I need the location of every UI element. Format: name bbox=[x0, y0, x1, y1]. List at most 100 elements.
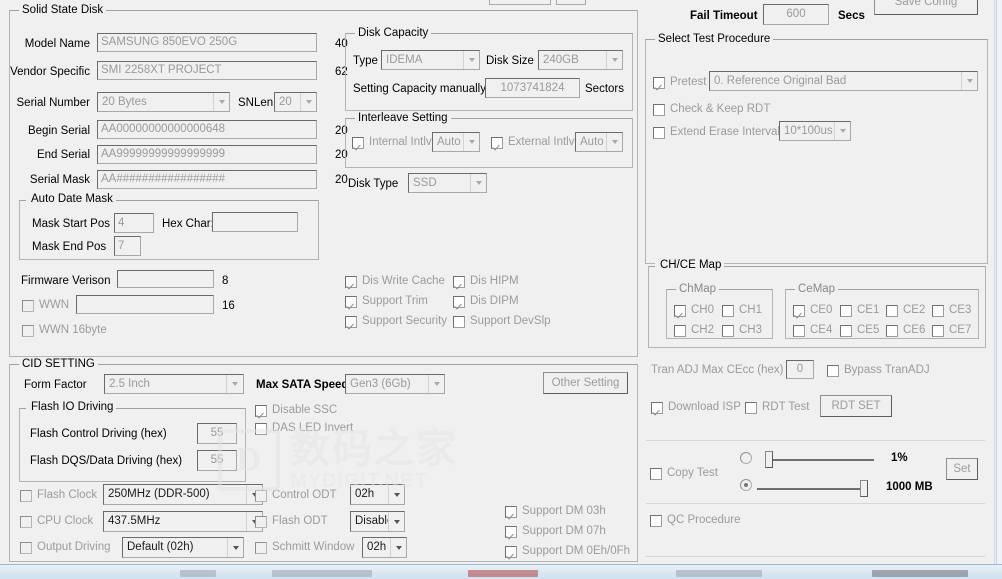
copy-test-checkbox[interactable]: Copy Test bbox=[650, 467, 718, 480]
chevron-down-icon[interactable] bbox=[300, 93, 316, 111]
flash-clock-select[interactable]: 250MHz (DDR-500) bbox=[103, 484, 263, 505]
pretest-checkbox[interactable]: Pretest bbox=[653, 76, 706, 89]
chmap-ch0-checkbox[interactable]: CH0 bbox=[674, 304, 714, 317]
external-intlv-select[interactable]: Auto bbox=[575, 132, 623, 152]
cemap-ce0-checkbox[interactable]: CE0 bbox=[793, 304, 832, 317]
chevron-down-icon[interactable] bbox=[961, 72, 977, 90]
chevron-down-icon[interactable] bbox=[213, 93, 229, 111]
output-driving-select[interactable]: Default (02h) bbox=[122, 537, 244, 558]
auto-date-mask-checkbox[interactable]: Auto Date Mask bbox=[26, 193, 116, 206]
percent-mode-radio[interactable] bbox=[740, 452, 752, 464]
rdt-test-checkbox[interactable]: RDT Test bbox=[745, 401, 810, 414]
flash-dqs-driving-input[interactable]: 55 bbox=[197, 450, 237, 471]
fail-timeout-input[interactable]: 600 bbox=[763, 4, 829, 25]
cemap-ce3-checkbox[interactable]: CE3 bbox=[932, 304, 971, 317]
flash-clock-checkbox[interactable]: Flash Clock bbox=[20, 489, 97, 502]
download-isp-checkbox[interactable]: Download ISP bbox=[651, 401, 741, 414]
cpu-clock-select[interactable]: 437.5MHz bbox=[103, 511, 263, 532]
control-odt-select[interactable]: 02h bbox=[350, 484, 405, 505]
flash-control-driving-input[interactable]: 55 bbox=[197, 423, 237, 444]
internal-intlv-select[interactable]: Auto bbox=[432, 132, 480, 152]
chmap-ch3-checkbox[interactable]: CH3 bbox=[722, 324, 762, 337]
cpu-clock-checkbox[interactable]: CPU Clock bbox=[20, 515, 93, 528]
control-odt-checkbox[interactable]: Control ODT bbox=[255, 489, 337, 502]
output-driving-checkbox[interactable]: Output Driving bbox=[20, 541, 111, 554]
extend-erase-interval-checkbox[interactable]: Extend Erase Interval bbox=[653, 126, 780, 139]
chmap-ch1-checkbox[interactable]: CH1 bbox=[722, 304, 762, 317]
cemap-ce6-checkbox[interactable]: CE6 bbox=[886, 324, 925, 337]
chevron-down-icon[interactable] bbox=[388, 485, 404, 504]
serial-mask-input[interactable]: AA################# bbox=[97, 170, 317, 189]
flash-odt-checkbox[interactable]: Flash ODT bbox=[255, 515, 328, 528]
cemap-ce1-checkbox[interactable]: CE1 bbox=[840, 304, 879, 317]
flash-odt-select[interactable]: Disable bbox=[350, 511, 405, 532]
chevron-down-icon[interactable] bbox=[227, 538, 243, 557]
cemap-ce4-checkbox[interactable]: CE4 bbox=[793, 324, 832, 337]
cemap-ce2-checkbox[interactable]: CE2 bbox=[886, 304, 925, 317]
vertical-scrollbar[interactable] bbox=[996, 0, 1002, 564]
bypass-tranadj-checkbox[interactable]: Bypass TranADJ bbox=[827, 364, 930, 377]
internal-intlv-checkbox[interactable]: Internal Intlv bbox=[352, 136, 432, 149]
dis-write-cache-checkbox[interactable]: Dis Write Cache bbox=[345, 275, 445, 288]
size-slider-thumb[interactable] bbox=[860, 480, 868, 497]
other-setting-button[interactable]: Other Setting bbox=[543, 372, 628, 394]
chevron-down-icon[interactable] bbox=[388, 512, 404, 531]
cemap-ce5-checkbox[interactable]: CE5 bbox=[840, 324, 879, 337]
mask-start-pos-input[interactable]: 4 bbox=[114, 213, 154, 233]
max-sata-speed-select[interactable]: Gen3 (6Gb) bbox=[345, 374, 445, 394]
size-mode-radio[interactable] bbox=[740, 479, 752, 491]
support-devslp-checkbox[interactable]: Support DevSlp bbox=[453, 315, 551, 328]
end-serial-input[interactable]: AA99999999999999999 bbox=[97, 145, 317, 164]
cemap-ce7-checkbox[interactable]: CE7 bbox=[932, 324, 971, 337]
begin-serial-input[interactable]: AA00000000000000648 bbox=[97, 120, 317, 139]
chevron-down-icon[interactable] bbox=[463, 51, 479, 69]
chevron-down-icon[interactable] bbox=[606, 51, 622, 69]
tran-adj-input[interactable]: 0 bbox=[786, 360, 814, 379]
pretest-select[interactable]: 0. Reference Original Bad bbox=[709, 71, 978, 91]
serial-number-select[interactable]: 20 Bytes bbox=[97, 92, 230, 112]
check-keep-rdt-checkbox[interactable]: Check & Keep RDT bbox=[653, 103, 770, 116]
dis-dipm-checkbox[interactable]: Dis DIPM bbox=[453, 295, 519, 308]
hex-char-input[interactable] bbox=[212, 212, 298, 232]
chmap-ch2-checkbox[interactable]: CH2 bbox=[674, 324, 714, 337]
chevron-down-icon[interactable] bbox=[390, 538, 406, 557]
vendor-specific-input[interactable]: SMI 2258XT PROJECT bbox=[97, 61, 317, 80]
chevron-down-icon[interactable] bbox=[470, 174, 486, 192]
disk-size-select[interactable]: 240GB bbox=[538, 50, 623, 70]
schmitt-window-checkbox[interactable]: Schmitt Window bbox=[255, 541, 354, 554]
percent-slider-thumb[interactable] bbox=[765, 451, 773, 468]
support-dm-03h-checkbox[interactable]: Support DM 03h bbox=[505, 505, 606, 518]
das-led-invert-checkbox[interactable]: DAS LED Invert bbox=[255, 422, 353, 435]
percent-slider-track[interactable] bbox=[766, 459, 874, 461]
flash-io-driving-checkbox[interactable]: Flash IO Driving bbox=[26, 401, 117, 414]
support-dm-0eh-0fh-checkbox[interactable]: Support DM 0Eh/0Fh bbox=[505, 545, 630, 558]
model-name-input[interactable]: SAMSUNG 850EVO 250G bbox=[97, 33, 317, 52]
dis-hipm-checkbox[interactable]: Dis HIPM bbox=[453, 275, 519, 288]
wwn-checkbox[interactable]: WWN bbox=[22, 299, 69, 312]
size-slider-track[interactable] bbox=[757, 488, 867, 490]
support-security-checkbox[interactable]: Support Security bbox=[345, 315, 447, 328]
snlen-select[interactable]: 20 bbox=[274, 92, 317, 112]
support-dm-07h-checkbox[interactable]: Support DM 07h bbox=[505, 525, 606, 538]
form-factor-select[interactable]: 2.5 Inch bbox=[104, 374, 244, 394]
save-config-button[interactable]: Save Config bbox=[874, 0, 978, 15]
mask-end-pos-input[interactable]: 7 bbox=[114, 236, 141, 256]
disk-type-select[interactable]: SSD bbox=[408, 173, 487, 193]
chce-map-checkbox[interactable]: CH/CE Map bbox=[655, 259, 725, 272]
support-trim-checkbox[interactable]: Support Trim bbox=[345, 295, 428, 308]
setting-capacity-input[interactable]: 1073741824 bbox=[485, 78, 580, 98]
chevron-down-icon[interactable] bbox=[428, 375, 444, 393]
qc-procedure-checkbox[interactable]: QC Procedure bbox=[650, 514, 741, 527]
chevron-down-icon[interactable] bbox=[226, 375, 243, 393]
capacity-type-select[interactable]: IDEMA bbox=[381, 50, 480, 70]
rdt-set-button[interactable]: RDT SET bbox=[820, 395, 892, 417]
chevron-down-icon[interactable] bbox=[606, 133, 622, 151]
wwn-input[interactable] bbox=[76, 295, 214, 314]
wwn-16byte-checkbox[interactable]: WWN 16byte bbox=[22, 324, 107, 337]
chevron-down-icon[interactable] bbox=[463, 133, 479, 151]
schmitt-window-select[interactable]: 02h bbox=[362, 537, 407, 558]
external-intlv-checkbox[interactable]: External Intlv bbox=[491, 136, 574, 149]
extend-erase-interval-select[interactable]: 10*100us bbox=[779, 121, 851, 141]
disable-ssc-checkbox[interactable]: Disable SSC bbox=[255, 404, 337, 417]
set-button[interactable]: Set bbox=[946, 458, 978, 480]
